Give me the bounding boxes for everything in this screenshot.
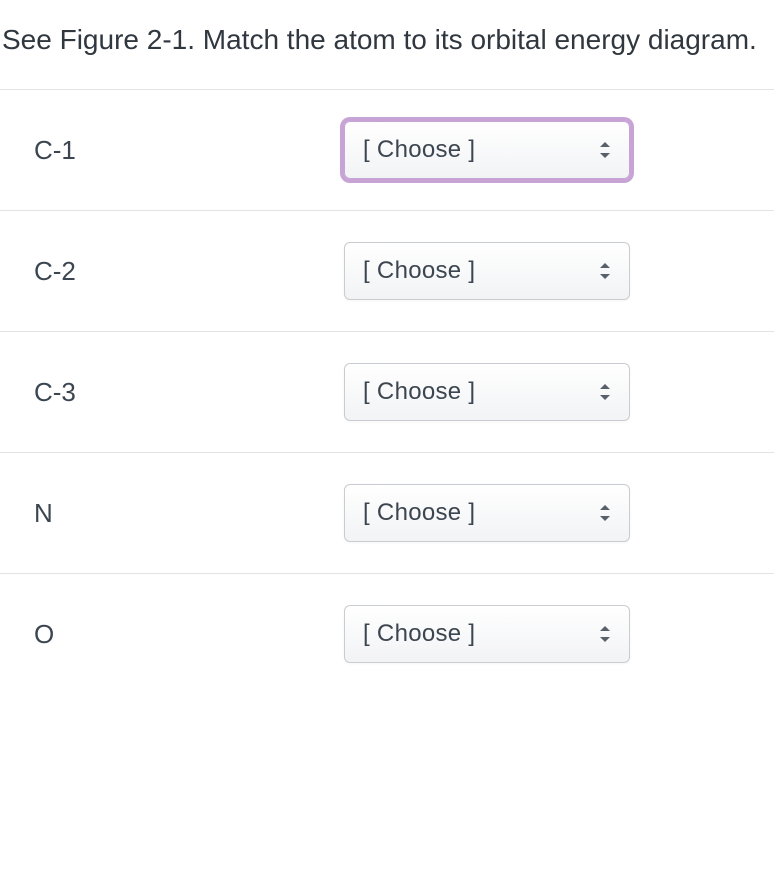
updown-icon <box>597 259 613 283</box>
question-page: See Figure 2-1. Match the atom to its or… <box>0 0 774 694</box>
dropdown-value: [ Choose ] <box>363 136 475 164</box>
match-row: C-3 [ Choose ] <box>0 331 774 452</box>
updown-icon <box>597 138 613 162</box>
match-row: C-1 [ Choose ] <box>0 89 774 210</box>
match-row: C-2 [ Choose ] <box>0 210 774 331</box>
dropdown-value: [ Choose ] <box>363 257 475 285</box>
atom-label: C-2 <box>34 256 344 287</box>
choice-dropdown-c2[interactable]: [ Choose ] <box>344 242 630 300</box>
atom-label: C-1 <box>34 135 344 166</box>
dropdown-value: [ Choose ] <box>363 378 475 406</box>
dropdown-value: [ Choose ] <box>363 620 475 648</box>
choice-dropdown-c1[interactable]: [ Choose ] <box>344 121 630 179</box>
atom-label: O <box>34 619 344 650</box>
updown-icon <box>597 622 613 646</box>
choice-dropdown-c3[interactable]: [ Choose ] <box>344 363 630 421</box>
atom-label: C-3 <box>34 377 344 408</box>
updown-icon <box>597 380 613 404</box>
atom-label: N <box>34 498 344 529</box>
match-row: O [ Choose ] <box>0 573 774 694</box>
question-text: See Figure 2-1. Match the atom to its or… <box>0 0 774 89</box>
choice-dropdown-n[interactable]: [ Choose ] <box>344 484 630 542</box>
choice-dropdown-o[interactable]: [ Choose ] <box>344 605 630 663</box>
dropdown-value: [ Choose ] <box>363 499 475 527</box>
updown-icon <box>597 501 613 525</box>
match-row: N [ Choose ] <box>0 452 774 573</box>
